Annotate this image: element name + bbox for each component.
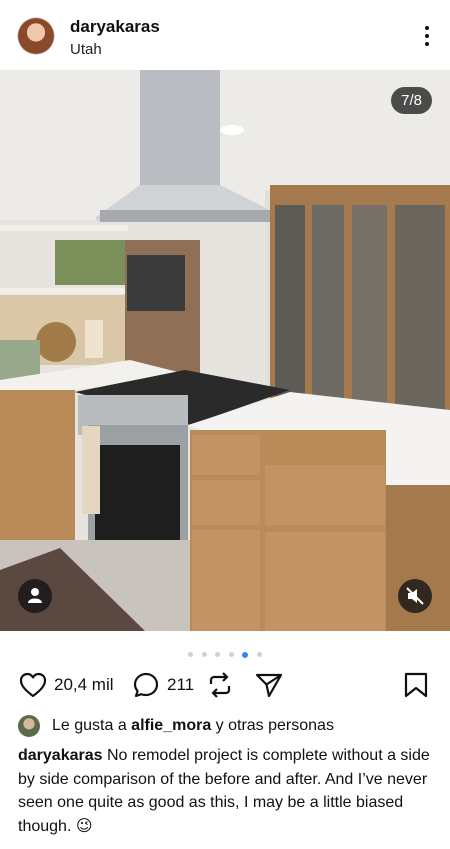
carousel-dot <box>228 652 234 658</box>
image-counter: 7/8 <box>391 87 432 114</box>
mute-icon[interactable] <box>398 579 432 613</box>
share-button[interactable] <box>254 668 284 702</box>
post-header: daryakaras Utah <box>0 0 450 70</box>
bookmark-icon <box>404 672 428 698</box>
caption: daryakaras No remodel project is complet… <box>18 744 436 838</box>
like-button[interactable]: 20,4 mil <box>18 668 114 702</box>
liked-by-avatar[interactable] <box>18 715 40 737</box>
heart-icon <box>19 672 47 698</box>
repost-button[interactable] <box>206 668 234 702</box>
carousel-dot-active <box>242 651 249 658</box>
liked-by: Le gusta a alfie_mora y otras personas <box>18 712 334 740</box>
likes-count[interactable]: 20,4 mil <box>54 675 114 695</box>
post-actions: 20,4 mil 211 <box>0 668 450 702</box>
user-tag-icon[interactable] <box>18 579 52 613</box>
carousel-dot <box>256 652 262 658</box>
carousel-dot <box>188 652 194 658</box>
carousel-indicator <box>0 646 450 658</box>
comment-button[interactable]: 211 <box>131 668 194 702</box>
carousel-dot <box>215 652 221 658</box>
comment-icon <box>133 672 159 698</box>
caption-username[interactable]: daryakaras <box>18 747 103 764</box>
liked-by-suffix[interactable]: y otras personas <box>211 717 334 734</box>
liked-by-user[interactable]: alfie_mora <box>131 717 211 734</box>
post-image[interactable]: 7/8 <box>0 70 450 631</box>
more-vertical-icon[interactable] <box>422 26 432 48</box>
repost-icon <box>209 672 231 698</box>
username[interactable]: daryakaras <box>70 17 160 37</box>
kitchen-photo <box>0 70 450 631</box>
send-icon <box>255 673 283 698</box>
save-button[interactable] <box>403 668 429 702</box>
avatar[interactable] <box>18 18 54 54</box>
liked-by-prefix: Le gusta a <box>52 717 132 734</box>
comments-count[interactable]: 211 <box>167 675 194 695</box>
carousel-dot <box>201 652 207 658</box>
location[interactable]: Utah <box>70 41 102 58</box>
liked-by-text: Le gusta a alfie_mora y otras personas <box>52 717 334 735</box>
